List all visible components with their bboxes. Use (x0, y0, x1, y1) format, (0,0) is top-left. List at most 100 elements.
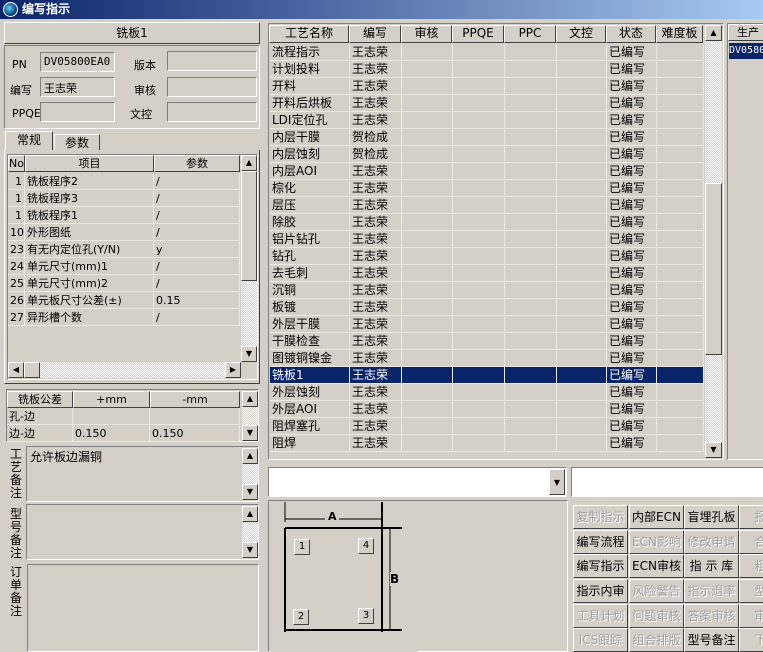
table-row[interactable]: 流程指示 王志荣 已编写 (270, 44, 704, 61)
order-note-field[interactable] (27, 564, 259, 652)
scroll-up-icon[interactable]: ▲ (242, 448, 258, 464)
table-row[interactable]: 计划投料 王志荣 已编写 (270, 61, 704, 78)
tab-general[interactable]: 常规 (5, 131, 53, 151)
table-row[interactable]: 铣板1 王志荣 已编写 (270, 367, 704, 384)
scroll-down-icon[interactable]: ▼ (241, 346, 257, 362)
scroll-down-icon[interactable]: ▼ (242, 542, 258, 558)
column-header[interactable]: PPQE (452, 25, 504, 43)
scroll-left-icon[interactable]: ◀ (8, 362, 24, 378)
column-header[interactable]: PPC (504, 25, 556, 43)
table-row[interactable]: 外层干膜 王志荣 已编写 (270, 316, 704, 333)
column-header[interactable]: 参数 (154, 155, 240, 172)
scroll-up-icon[interactable]: ▲ (241, 155, 257, 171)
process-note-field[interactable]: 允许板边漏铜 (26, 446, 259, 502)
process-note-scrollbar[interactable]: ▲ ▼ (242, 448, 258, 500)
table-row[interactable]: 棕化 王志荣 已编写 (270, 180, 704, 197)
action-button[interactable]: 指示退率 (684, 579, 739, 603)
pn-field[interactable]: DV05800EA0 (40, 52, 115, 72)
model-note-scrollbar[interactable]: ▲ ▼ (242, 506, 258, 558)
column-header[interactable]: 审核 (401, 25, 452, 43)
table-row[interactable]: 内层干膜 贺检成 已编写 (270, 129, 704, 146)
action-button[interactable]: 复制指示 (573, 505, 628, 529)
chevron-down-icon[interactable]: ▼ (549, 469, 565, 495)
column-header[interactable]: -mm (150, 391, 240, 408)
table-row[interactable]: 开料后烘板 王志荣 已编写 (270, 95, 704, 112)
table-row[interactable]: 阻焊 王志荣 已编写 (270, 435, 704, 452)
action-button[interactable]: 问题审核 (629, 604, 684, 628)
scroll-thumb[interactable] (241, 171, 257, 281)
param-scrollbar[interactable]: ▲ ▼ (241, 155, 257, 362)
table-row[interactable]: 内层蚀刻 贺检成 已编写 (270, 146, 704, 163)
tab-params[interactable]: 参数 (54, 134, 100, 151)
combo-box-right[interactable] (571, 467, 763, 497)
table-row[interactable]: 外层蚀刻 王志荣 已编写 (270, 384, 704, 401)
action-button[interactable]: 下单 (739, 628, 763, 652)
table-row[interactable]: 钻孔 王志荣 已编写 (270, 248, 704, 265)
combo-box-left[interactable]: ▼ (268, 467, 567, 497)
action-button[interactable]: 合拼 (739, 530, 763, 554)
scroll-thumb[interactable] (705, 183, 722, 355)
action-button[interactable]: 组合排版 (629, 628, 684, 652)
ppqe-field[interactable] (40, 102, 115, 122)
table-row[interactable]: 干膜检查 王志荣 已编写 (270, 333, 704, 350)
table-row[interactable]: 开料 王志荣 已编写 (270, 78, 704, 95)
author-field[interactable]: 王志荣 (40, 77, 115, 97)
scroll-down-icon[interactable]: ▼ (242, 484, 258, 500)
action-button[interactable]: 型号 (739, 579, 763, 603)
column-header[interactable]: +mm (73, 391, 150, 408)
column-header[interactable]: 编写 (349, 25, 401, 43)
table-row[interactable]: 沉铜 王志荣 已编写 (270, 282, 704, 299)
scroll-down-icon[interactable]: ▼ (705, 442, 722, 458)
action-button[interactable]: 指示内审 (573, 579, 628, 603)
action-button[interactable]: 答案审核 (684, 604, 739, 628)
column-header[interactable]: 文控 (556, 25, 606, 43)
action-button[interactable]: 审核 (739, 604, 763, 628)
table-row[interactable]: 图镀铜镍金 王志荣 已编写 (270, 350, 704, 367)
review-field[interactable] (167, 77, 257, 97)
window-title: 编写指示 (22, 2, 71, 16)
column-header[interactable]: 工艺名称 (269, 25, 349, 43)
table-row[interactable]: 除胶 王志荣 已编写 (270, 214, 704, 231)
scroll-up-icon[interactable]: ▲ (242, 391, 258, 407)
table-row[interactable]: 去毛刺 王志荣 已编写 (270, 265, 704, 282)
action-button[interactable]: 指 示 库 (684, 554, 739, 578)
table-row[interactable]: 内层AOI 王志荣 已编写 (270, 163, 704, 180)
action-button[interactable]: 粗略 (739, 554, 763, 578)
param-hscrollbar[interactable]: ◀ ▶ (8, 362, 241, 378)
process-table-scrollbar[interactable]: ▲ ▼ (705, 25, 722, 458)
table-row[interactable]: LDI定位孔 王志荣 已编写 (270, 112, 704, 129)
action-button[interactable]: 型号备注 (684, 628, 739, 652)
table-cell: 王志荣 (350, 401, 402, 418)
tolerance-scrollbar[interactable]: ▲ ▼ (242, 391, 258, 441)
table-row[interactable]: 铝片钻孔 王志荣 已编写 (270, 231, 704, 248)
table-row[interactable]: 外层AOI 王志荣 已编写 (270, 401, 704, 418)
column-header[interactable]: 状态 (606, 25, 656, 43)
column-header[interactable]: No (8, 155, 25, 172)
action-button[interactable]: ECN影响 (629, 530, 684, 554)
action-button[interactable]: ICS跟踪 (573, 628, 628, 652)
table-row[interactable]: 层压 王志荣 已编写 (270, 197, 704, 214)
doc-control-field[interactable] (167, 102, 257, 122)
action-button[interactable]: 编写指示 (573, 554, 628, 578)
table-row[interactable]: 板镀 王志荣 已编写 (270, 299, 704, 316)
action-button[interactable]: 修改申请 (684, 530, 739, 554)
action-button[interactable]: 盲埋孔板 (684, 505, 739, 529)
production-row[interactable]: DV0580 (729, 43, 763, 59)
column-header[interactable]: 铣板公差 (7, 391, 73, 408)
table-row[interactable]: 阻焊塞孔 王志荣 已编写 (270, 418, 704, 435)
action-button[interactable]: 内部ECN (629, 505, 684, 529)
scroll-down-icon[interactable]: ▼ (242, 425, 258, 441)
scroll-up-icon[interactable]: ▲ (242, 506, 258, 522)
version-field[interactable] (167, 51, 257, 71)
scroll-right-icon[interactable]: ▶ (225, 362, 241, 378)
column-header[interactable]: 项目 (25, 155, 154, 172)
action-button[interactable]: 编写流程 (573, 530, 628, 554)
action-button[interactable]: ECN审核 (629, 554, 684, 578)
scroll-thumb[interactable] (24, 362, 40, 378)
action-button[interactable]: 工具计划 (573, 604, 628, 628)
action-button[interactable]: 风险警告 (629, 579, 684, 603)
model-note-field[interactable] (26, 504, 259, 560)
column-header[interactable]: 难度板 (656, 25, 703, 43)
action-button[interactable]: 报价 (739, 505, 763, 529)
scroll-up-icon[interactable]: ▲ (705, 25, 722, 41)
